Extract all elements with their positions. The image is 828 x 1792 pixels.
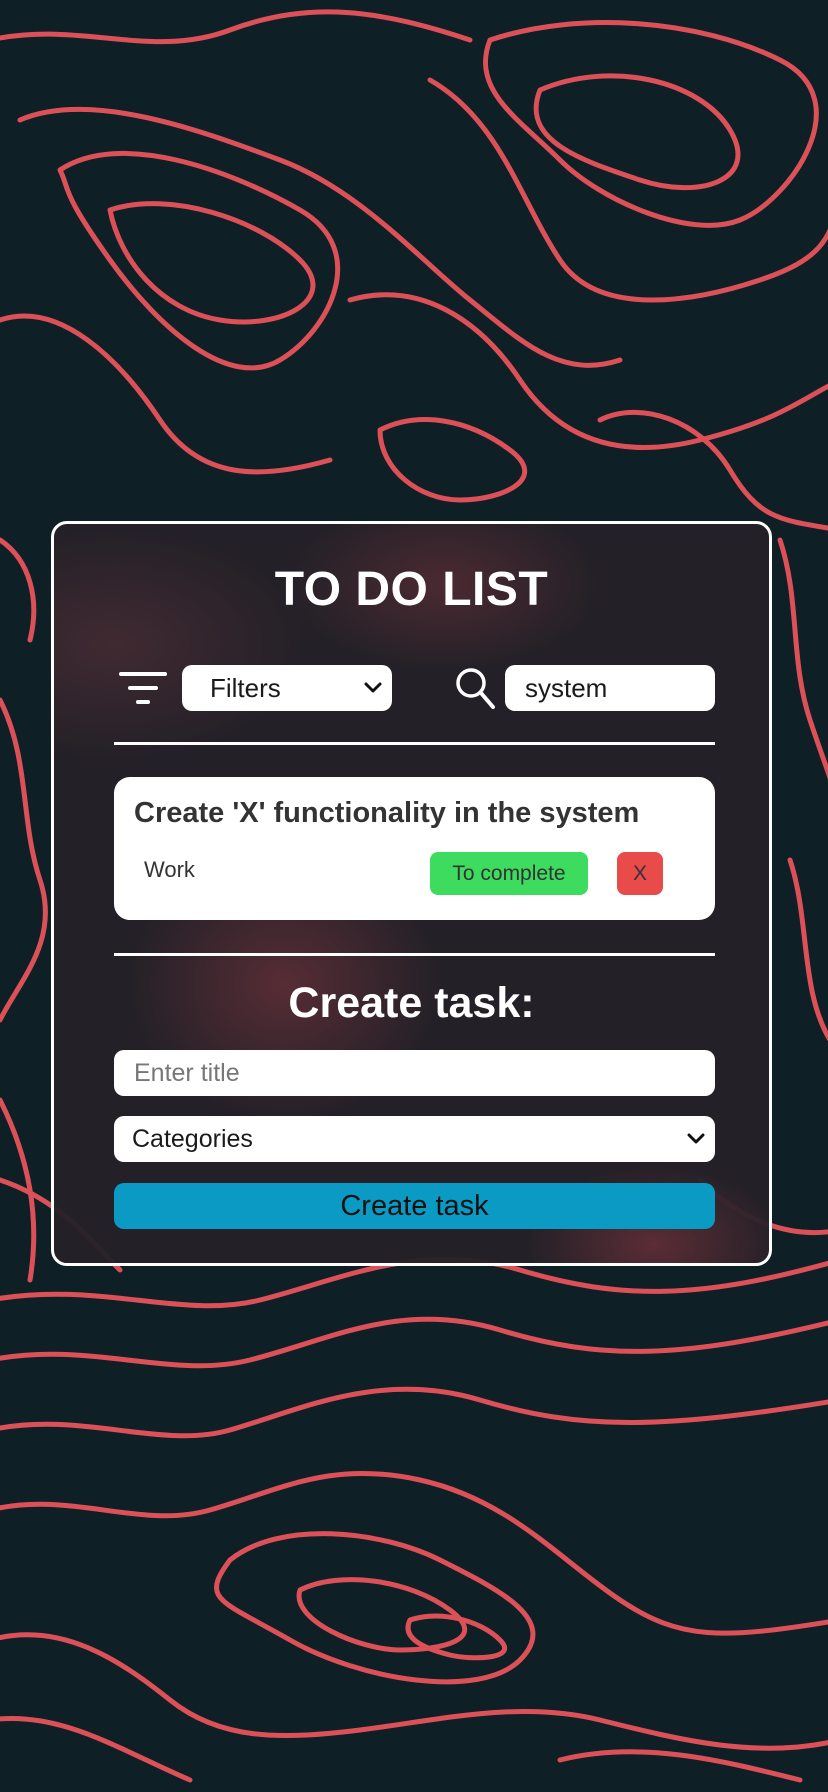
- complete-task-button[interactable]: To complete: [430, 852, 588, 895]
- task-category: Work: [144, 857, 195, 882]
- app-title: TO DO LIST: [274, 563, 549, 616]
- categories-select[interactable]: Categories: [114, 1116, 715, 1162]
- create-task-button[interactable]: Create task: [114, 1183, 715, 1229]
- divider-bottom: [114, 953, 715, 956]
- create-task-heading: Create task:: [288, 979, 535, 1027]
- task-title-input[interactable]: Enter title: [114, 1050, 715, 1096]
- search-input[interactable]: system: [505, 665, 715, 711]
- task-title: Create 'X' functionality in the system: [134, 797, 640, 829]
- chevron-down-icon: [687, 1133, 705, 1144]
- delete-task-button[interactable]: X: [617, 852, 663, 895]
- filter-lines-icon[interactable]: [119, 670, 167, 706]
- filters-select-value: Filters: [210, 673, 281, 703]
- task-card: Create 'X' functionality in the system W…: [114, 777, 715, 920]
- divider-top: [114, 742, 715, 745]
- magnifier-icon[interactable]: [455, 667, 495, 709]
- filters-select[interactable]: Filters: [182, 665, 392, 711]
- categories-select-value: Categories: [132, 1125, 253, 1153]
- chevron-down-icon: [364, 682, 382, 693]
- todo-panel: TO DO LIST Filters system Create 'X' fun…: [51, 521, 772, 1266]
